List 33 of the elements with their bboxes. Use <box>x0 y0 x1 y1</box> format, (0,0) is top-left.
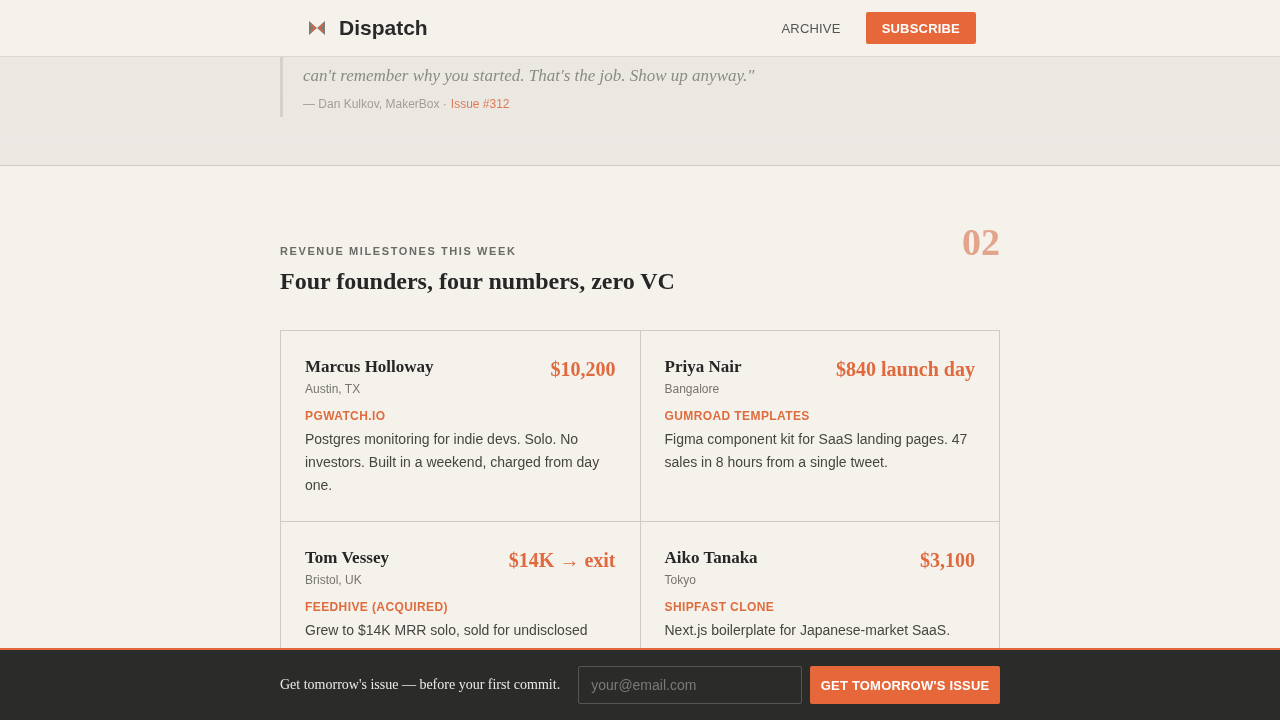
product-name: SHIPFAST CLONE <box>664 599 776 615</box>
subscribe-button[interactable]: SUBSCRIBE <box>865 12 976 44</box>
founder-name: Marcus Holloway <box>305 356 434 378</box>
revenue-amount: $10,200 <box>550 357 616 382</box>
section-title: Four founders, four numbers, zero VC <box>280 267 675 296</box>
founder-location: Bangalore <box>664 381 721 398</box>
product-name: PGWATCH.IO <box>305 408 387 424</box>
founder-name: Priya Nair <box>664 356 742 378</box>
founder-location: Bristol, UK <box>305 572 363 589</box>
issue-link[interactable]: Issue #312 <box>450 96 510 112</box>
product-name: GUMROAD TEMPLATES <box>664 408 811 424</box>
product-description: Figma component kit for SaaS landing pages. 47 sales in 8 hours from a single tweet. <box>664 430 969 472</box>
email-input[interactable]: your@email.com <box>578 666 803 704</box>
revenue-amount: $3,100 <box>920 548 975 573</box>
revenue-amount: $840 launch day <box>836 357 975 382</box>
revenue-amount: $14K → exit <box>508 548 616 573</box>
product-description: Next.js boilerplate for Japanese-market SaaS. <box>664 621 952 640</box>
founder-location: Austin, TX <box>305 381 362 398</box>
brand-name: Dispatch <box>339 16 428 40</box>
product-name: FEEDHIVE (ACQUIRED) <box>305 599 449 615</box>
bowtie-logo-icon <box>308 20 326 36</box>
founder-location: Tokyo <box>664 572 697 589</box>
product-description: Grew to $14K MRR solo, sold for undisclosed <box>305 621 589 640</box>
signup-text: Get tomorrow's issue — before your first commit. <box>280 677 561 693</box>
get-issue-button[interactable]: GET TOMORROW'S ISSUE <box>810 666 1000 704</box>
nav-link[interactable]: ARCHIVE <box>781 20 841 36</box>
section-number: 02 <box>962 224 1000 260</box>
section-eyebrow: REVENUE MILESTONES THIS WEEK <box>280 244 518 258</box>
founder-name: Aiko Tanaka <box>664 547 758 569</box>
product-description: Postgres monitoring for indie devs. Solo. No investors. Built in a weekend, charged from day one. <box>305 430 601 495</box>
quote-attribution: — Dan Kulkov, MakerBox · <box>303 96 447 112</box>
quote-text: can't remember why you started. That's the job. Show up anyway." <box>303 65 756 87</box>
founder-name: Tom Vessey <box>305 547 389 569</box>
